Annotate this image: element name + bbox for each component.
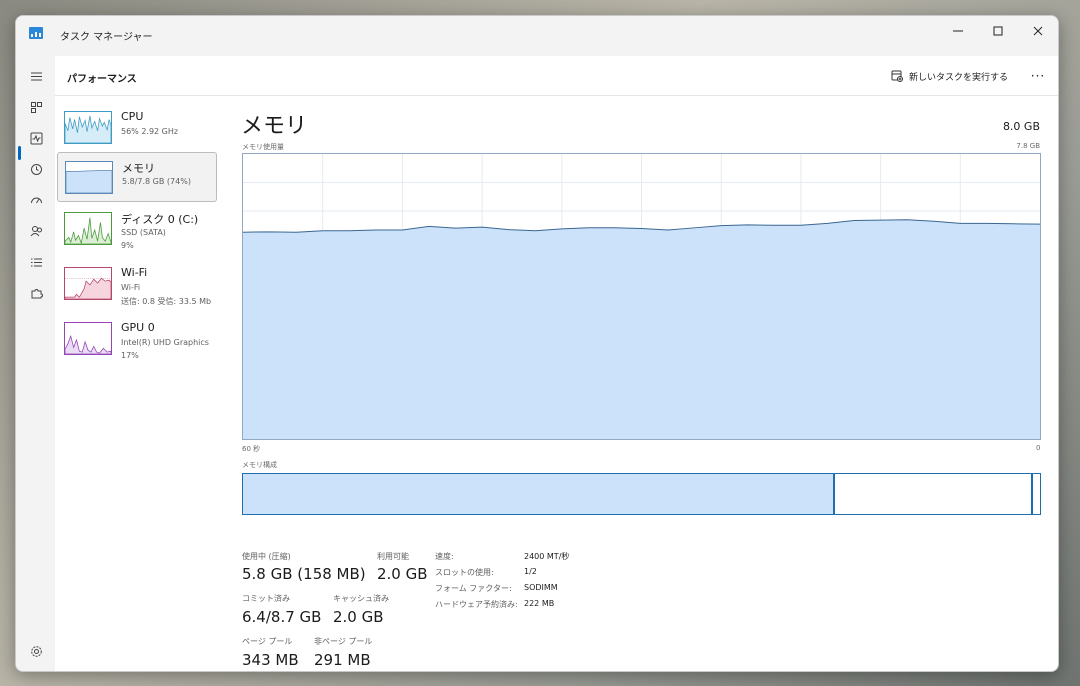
- memory-usage-graph: [242, 153, 1041, 440]
- sidebar-item-cpu[interactable]: CPU 56% 2.92 GHz: [57, 103, 217, 153]
- cached-value: 2.0 GB: [333, 608, 384, 626]
- sidebar-item-gpu[interactable]: GPU 0 Intel(R) UHD Graphics 17%: [57, 314, 217, 364]
- task-manager-app-icon: [29, 27, 43, 39]
- history-icon: [30, 163, 42, 175]
- window-title: タスク マネージャー: [60, 32, 153, 43]
- committed-label: コミット済み: [242, 594, 290, 603]
- gpu-thumbnail-graph: [64, 322, 112, 355]
- performance-sidebar: CPU 56% 2.92 GHz メモリ 5.8/7.8 GB (74%) ディ…: [55, 96, 217, 671]
- sidebar-item-name: CPU: [121, 110, 144, 123]
- paged-pool-value: 343 MB: [242, 651, 299, 669]
- nav-users[interactable]: [25, 220, 47, 242]
- run-new-task-label: 新しいタスクを実行する: [908, 72, 1008, 83]
- composition-in-use-segment[interactable]: [243, 474, 836, 514]
- sidebar-item-memory[interactable]: メモリ 5.8/7.8 GB (74%): [57, 152, 217, 202]
- sidebar-item-usage: 17%: [121, 351, 139, 360]
- memory-usage-chart: [243, 154, 1040, 439]
- hamburger-icon: [30, 72, 42, 80]
- sidebar-item-name: GPU 0: [121, 321, 155, 334]
- performance-icon: [30, 132, 42, 144]
- sidebar-item-name: ディスク 0 (C:): [121, 213, 199, 226]
- nav-settings[interactable]: [25, 640, 47, 662]
- memory-usage-area: [243, 219, 1040, 439]
- form-factor-label: フォーム ファクター:: [435, 584, 512, 593]
- close-button[interactable]: [1018, 16, 1058, 46]
- hardware-reserved-value: 222 MB: [524, 599, 555, 608]
- memory-composition-label: メモリ構成: [242, 461, 277, 469]
- wifi-thumbnail-graph: [64, 267, 112, 300]
- sidebar-item-detail: Wi-Fi: [121, 283, 141, 292]
- page-header: パフォーマンス 新しいタスクを実行する ···: [55, 56, 1058, 96]
- paged-pool-label: ページ プール: [242, 637, 293, 646]
- minimize-button[interactable]: [938, 16, 978, 46]
- nav-app-history[interactable]: [25, 158, 47, 180]
- users-icon: [30, 225, 42, 236]
- available-label: 利用可能: [377, 552, 409, 561]
- nav-performance[interactable]: [25, 127, 47, 149]
- nav-startup-apps[interactable]: [25, 189, 47, 211]
- sidebar-item-usage: 9%: [121, 241, 134, 250]
- sidebar-item-detail: SSD (SATA): [121, 228, 166, 237]
- in-use-value: 5.8 GB (158 MB): [242, 565, 366, 583]
- memory-thumbnail-graph: [65, 161, 113, 194]
- task-manager-window: タスク マネージャー パフォーマンス 新しいタスクを実行する ··· CPU 5…: [15, 15, 1059, 672]
- nonpaged-pool-label: 非ページ プール: [314, 637, 373, 646]
- title-bar[interactable]: タスク マネージャー: [16, 16, 1058, 56]
- details-list-icon: [30, 258, 42, 266]
- memory-detail-panel: メモリ 8.0 GB メモリ使用量 7.8 GB 60 秒 0 メモリ構成 使用…: [217, 96, 1058, 671]
- memory-total: 8.0 GB: [1002, 120, 1040, 133]
- slots-value: 1/2: [524, 567, 537, 576]
- sidebar-item-detail: 5.8/7.8 GB (74%): [122, 177, 191, 186]
- nav-services[interactable]: [25, 282, 47, 304]
- gear-icon: [30, 645, 42, 657]
- graph-x-right-label: 0: [1036, 444, 1041, 452]
- memory-usage-label: メモリ使用量: [242, 143, 284, 151]
- navigation-pane: [16, 56, 55, 671]
- cached-label: キャッシュ済み: [333, 594, 389, 603]
- maximize-icon: [993, 26, 1003, 36]
- committed-value: 6.4/8.7 GB: [242, 608, 322, 626]
- hamburger-menu-button[interactable]: [25, 65, 47, 87]
- sidebar-item-name: Wi-Fi: [121, 266, 148, 279]
- sidebar-item-name: メモリ: [122, 162, 155, 175]
- sidebar-item-detail: Intel(R) UHD Graphics: [121, 338, 209, 347]
- sidebar-item-wifi[interactable]: Wi-Fi Wi-Fi 送信: 0.8 受信: 33.5 Mb: [57, 259, 217, 309]
- memory-title: メモリ: [241, 114, 308, 139]
- nonpaged-pool-value: 291 MB: [314, 651, 371, 669]
- speed-label: 速度:: [435, 552, 454, 561]
- cpu-thumbnail-graph: [64, 111, 112, 144]
- run-new-task-button[interactable]: 新しいタスクを実行する: [891, 67, 1008, 85]
- speed-value: 2400 MT/秒: [524, 552, 570, 561]
- sidebar-item-disk[interactable]: ディスク 0 (C:) SSD (SATA) 9%: [57, 204, 217, 254]
- hardware-reserved-label: ハードウェア予約済み:: [435, 600, 518, 609]
- services-puzzle-icon: [31, 288, 43, 298]
- close-icon: [1033, 26, 1043, 36]
- available-value: 2.0 GB: [377, 565, 428, 583]
- sidebar-item-detail: 56% 2.92 GHz: [121, 127, 179, 136]
- in-use-label: 使用中 (圧縮): [242, 552, 291, 561]
- run-task-icon: [891, 70, 903, 82]
- nav-selected-indicator: [18, 146, 21, 160]
- startup-speedometer-icon: [30, 197, 42, 203]
- slots-label: スロットの使用:: [435, 568, 494, 577]
- sidebar-item-throughput: 送信: 0.8 受信: 33.5 Mb: [121, 297, 212, 306]
- more-options-button[interactable]: ···: [1026, 66, 1050, 86]
- nav-processes[interactable]: [25, 96, 47, 118]
- minimize-icon: [953, 30, 963, 32]
- nav-details[interactable]: [25, 251, 47, 273]
- graph-x-left-label: 60 秒: [242, 445, 261, 453]
- disk-thumbnail-graph: [64, 212, 112, 245]
- form-factor-value: SODIMM: [524, 583, 558, 592]
- memory-usage-max: 7.8 GB: [1016, 142, 1040, 150]
- maximize-button[interactable]: [978, 16, 1018, 46]
- memory-composition-bar[interactable]: [242, 473, 1041, 515]
- processes-icon: [30, 101, 42, 113]
- page-title: パフォーマンス: [67, 74, 137, 85]
- composition-free-segment[interactable]: [835, 474, 1033, 514]
